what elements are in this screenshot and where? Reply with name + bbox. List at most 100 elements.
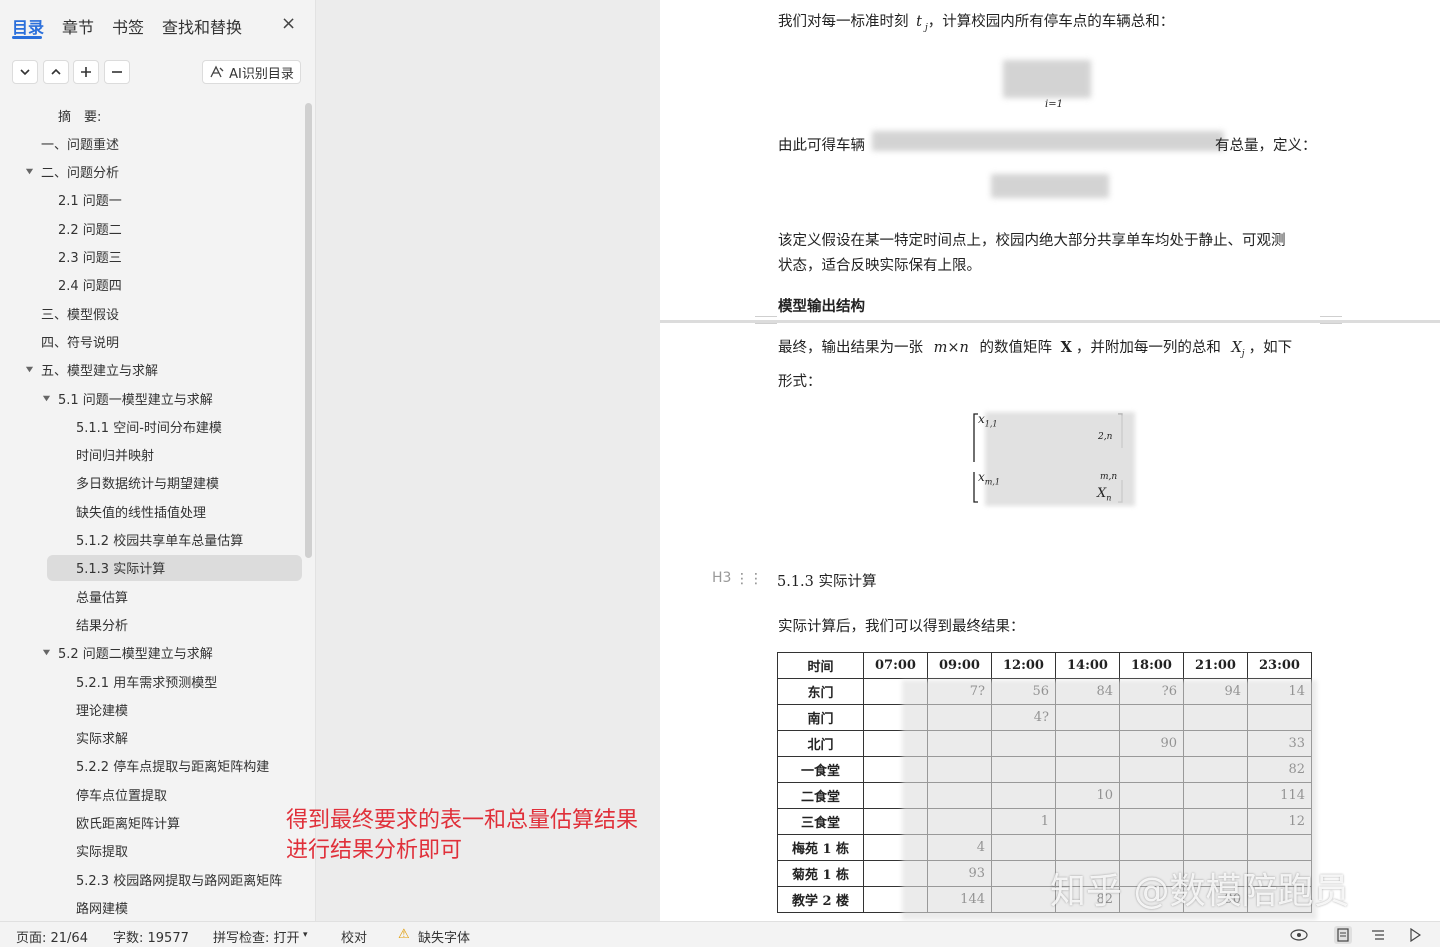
toc-item-label: 5.1 问题一模型建立与求解	[58, 392, 213, 408]
tab-chapters[interactable]: 章节	[62, 14, 94, 38]
toc-item[interactable]: 结果分析	[76, 611, 128, 637]
chevron-down-icon[interactable]: ▾	[303, 930, 308, 940]
toc-item-label: 5.2.2 停车点提取与距离矩阵构建	[76, 760, 270, 776]
annotation-line: 得到最终要求的表一和总量估算结果	[286, 808, 639, 833]
toc-item-label: 5.2.1 用车需求预测模型	[76, 675, 218, 691]
toc-item-label: 缺失值的线性插值处理	[76, 505, 207, 521]
toc-item[interactable]: 缺失值的线性插值处理	[76, 498, 206, 524]
toc-item[interactable]: 多日数据统计与期望建模	[76, 470, 219, 496]
table-header-cell: 18:00	[1119, 652, 1184, 679]
toc-item-label: 2.2 问题二	[58, 222, 122, 238]
toc-item[interactable]: 四、符号说明	[41, 328, 119, 354]
ai-magic-icon	[210, 65, 224, 78]
toc-item-label: 5.1.3 实际计算	[76, 562, 166, 578]
matrix-sum-entry: Xn	[1097, 486, 1112, 503]
table-row-header[interactable]: 三食堂	[777, 808, 864, 835]
toc-item[interactable]: 总量估算	[76, 583, 128, 609]
toc-item[interactable]: 5.2.2 停车点提取与距离矩阵构建	[76, 753, 269, 779]
spell-check-toggle[interactable]: 拼写检查: 打开	[213, 927, 300, 946]
page-view-icon[interactable]	[1334, 926, 1352, 944]
table-header-cell: 14:00	[1055, 652, 1120, 679]
toc-item[interactable]: 欧氏距离矩阵计算	[76, 810, 180, 836]
add-heading-button[interactable]	[73, 60, 99, 84]
active-tab-indicator	[12, 36, 42, 39]
eye-icon[interactable]	[1290, 926, 1308, 944]
toc-item[interactable]: 5.2 问题二模型建立与求解	[42, 640, 213, 666]
toc-item-label: 总量估算	[76, 590, 129, 606]
toc-item[interactable]: 实际求解	[76, 725, 128, 751]
close-icon[interactable]: ×	[281, 13, 296, 34]
paragraph[interactable]: 该定义假设在某一特定时间点上，校园内绝大部分共享单车均处于静止、可观测	[778, 229, 1286, 250]
toc-item[interactable]: 2.4 问题四	[58, 272, 122, 298]
toc-item[interactable]: 一、问题重述	[41, 130, 119, 156]
remove-heading-button[interactable]	[104, 60, 130, 84]
toc-item-label: 摘 要:	[58, 109, 102, 125]
paragraph[interactable]: 我们对每一标准时刻 t j，计算校园内所有停车点的车辆总和：	[778, 10, 1174, 33]
paragraph[interactable]: 最终，输出结果为一张 m×n 的数值矩阵 X ，并附加每一列的总和 Xj ，如下	[778, 336, 1292, 359]
table-header-cell: 23:00	[1247, 652, 1312, 679]
annotation-overlay: 得到最终要求的表一和总量估算结果 进行结果分析即可	[286, 806, 638, 866]
toc-item[interactable]: 二、问题分析	[25, 159, 119, 185]
toc-item[interactable]: 5.1.3 实际计算	[47, 554, 302, 581]
paragraph[interactable]: 状态，适合反映实际保有上限。	[778, 254, 981, 275]
chevron-down-icon	[20, 69, 30, 76]
tab-find-replace[interactable]: 查找和替换	[162, 14, 242, 38]
paragraph[interactable]: 实际计算后，我们可以得到最终结果：	[778, 615, 1025, 636]
toc-item[interactable]: 理论建模	[76, 696, 128, 722]
table-header-cell: 09:00	[927, 652, 992, 679]
drag-handle-icon[interactable]: ⋮⋮	[735, 571, 763, 587]
page-indicator[interactable]: 页面: 21/64	[16, 927, 88, 946]
word-count[interactable]: 字数: 19577	[113, 927, 189, 946]
toc-item[interactable]: 2.3 问题三	[58, 244, 122, 270]
expand-up-button[interactable]	[43, 60, 69, 84]
paragraph-end[interactable]: 有总量，定义：	[1215, 134, 1317, 155]
outline-view-icon[interactable]	[1369, 926, 1387, 944]
toc-item[interactable]: 5.1 问题一模型建立与求解	[42, 385, 213, 411]
annotation-line: 进行结果分析即可	[286, 838, 463, 863]
collapse-all-button[interactable]	[12, 60, 38, 84]
play-icon[interactable]	[1406, 926, 1424, 944]
toc-item[interactable]: 5.2.3 校园路网提取与路网距离矩阵	[76, 866, 282, 892]
expand-arrow-icon[interactable]	[41, 393, 51, 403]
toc-item[interactable]: 路网建模	[76, 894, 128, 920]
toc-item[interactable]: 5.2.1 用车需求预测模型	[76, 668, 217, 694]
sidebar-scrollbar[interactable]	[305, 103, 312, 558]
expand-arrow-icon[interactable]	[41, 648, 51, 658]
toc-item[interactable]: 时间归并映射	[76, 442, 154, 468]
toc-item[interactable]: 2.1 问题一	[58, 187, 122, 213]
toc-item[interactable]: 摘 要:	[58, 102, 101, 128]
expand-arrow-icon[interactable]	[24, 365, 34, 375]
tab-bookmarks[interactable]: 书签	[112, 14, 144, 38]
tab-toc[interactable]: 目录	[12, 14, 44, 38]
table-row-header[interactable]: 东门	[777, 678, 864, 705]
toc-item[interactable]: 五、模型建立与求解	[25, 357, 158, 383]
ai-recognize-toc-button[interactable]: AI识别目录	[202, 60, 301, 84]
toc-item[interactable]: 三、模型假设	[41, 300, 119, 326]
matrix-entry: xm,1	[978, 470, 1000, 487]
subsection-heading[interactable]: 5.1.3 实际计算	[777, 570, 877, 591]
toc-item-label: 路网建模	[76, 901, 129, 917]
table-row-header[interactable]: 二食堂	[777, 782, 864, 809]
table-row-header[interactable]: 梅苑 1 栋	[777, 834, 864, 861]
page-margin-marker	[755, 316, 777, 324]
expand-arrow-icon[interactable]	[24, 167, 34, 177]
toc-item[interactable]: 2.2 问题二	[58, 215, 122, 241]
table-row-header[interactable]: 菊苑 1 栋	[777, 860, 864, 887]
table-row-header[interactable]: 教学 2 楼	[777, 886, 864, 913]
heading-level-icon[interactable]: H3	[712, 570, 731, 586]
section-heading[interactable]: 模型输出结构	[778, 295, 865, 316]
paragraph[interactable]: 形式：	[778, 370, 822, 391]
toc-item[interactable]: 停车点位置提取	[76, 781, 167, 807]
toc-item-label: 5.1.2 校园共享单车总量估算	[76, 534, 244, 549]
proofread-button[interactable]: 校对	[341, 927, 367, 946]
toc-item[interactable]: 5.1.2 校园共享单车总量估算	[76, 527, 243, 553]
toc-item-label: 2.3 问题三	[58, 251, 122, 266]
toc-item[interactable]: 5.1.1 空间-时间分布建模	[76, 413, 222, 439]
table-row-header[interactable]: 北门	[777, 730, 864, 757]
toc-item-label: 5.2 问题二模型建立与求解	[58, 647, 213, 663]
paragraph[interactable]: 由此可得车辆	[778, 134, 865, 155]
table-row-header[interactable]: 南门	[777, 704, 864, 731]
missing-font-button[interactable]: 缺失字体	[418, 927, 470, 946]
toc-item[interactable]: 实际提取	[76, 838, 128, 864]
table-row-header[interactable]: 一食堂	[777, 756, 864, 783]
